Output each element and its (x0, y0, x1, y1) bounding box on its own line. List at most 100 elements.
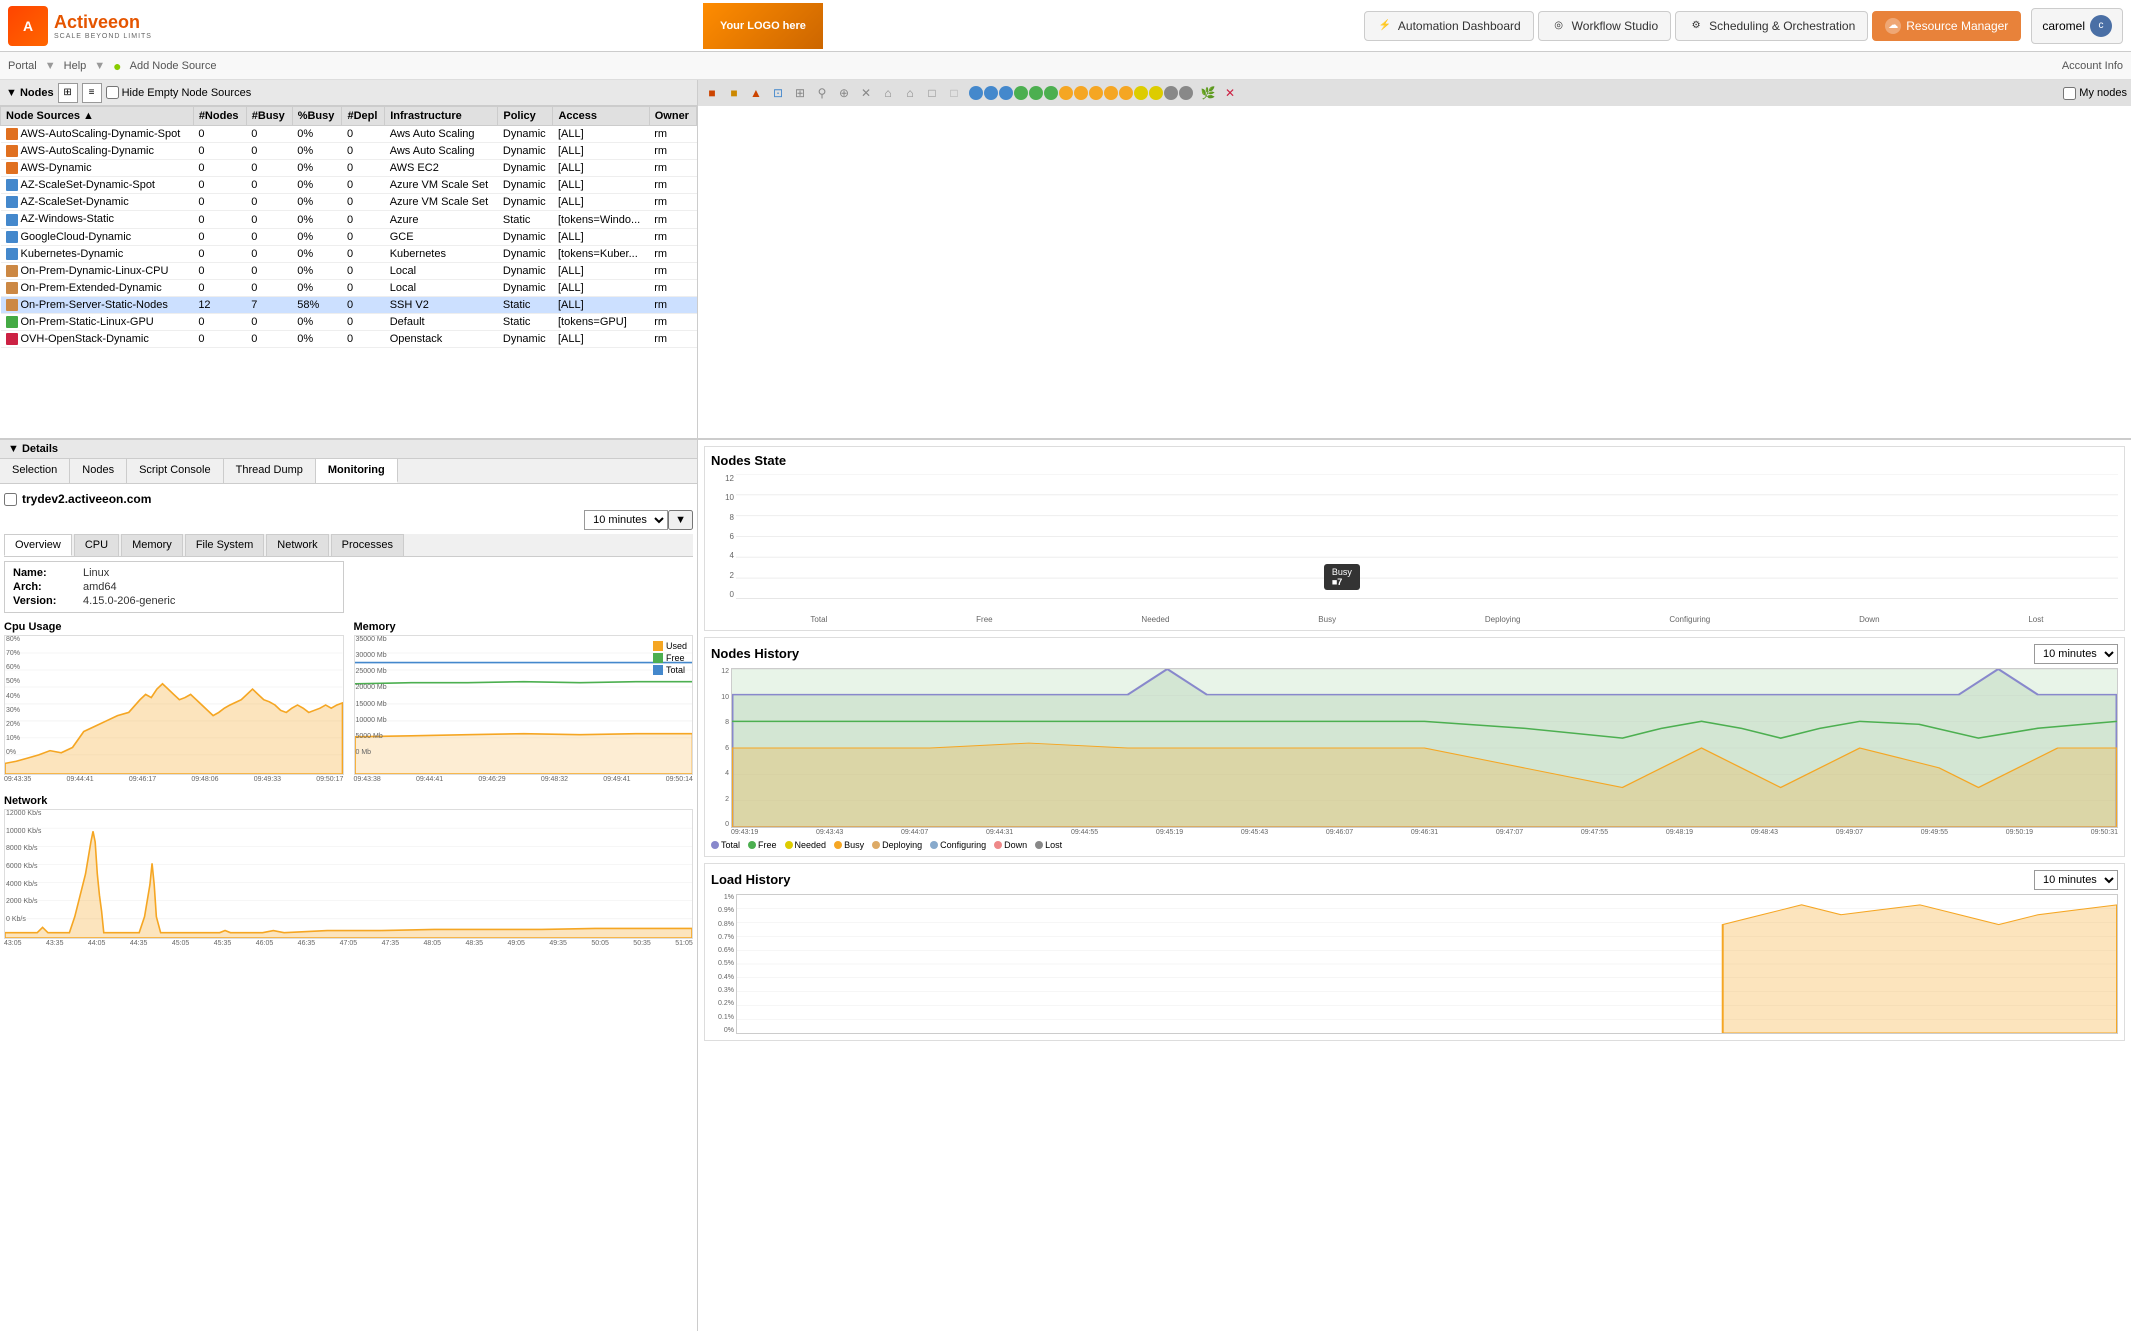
rtb-icon-7[interactable]: ⊕ (834, 83, 854, 103)
leg-busy: Busy (834, 840, 864, 850)
server-checkbox[interactable] (4, 493, 17, 506)
tab-script-console[interactable]: Script Console (127, 459, 224, 483)
cell-depl: 0 (342, 143, 385, 160)
mon-tab-overview[interactable]: Overview (4, 534, 72, 556)
cell-busy: 0 (246, 314, 292, 331)
account-info: Account Info (2062, 60, 2123, 72)
table-row[interactable]: OVH-OpenStack-Dynamic 0 0 0% 0 Openstack… (1, 331, 697, 348)
mem-chart: Used Free Total 35000 Mb30000 Mb25000 Mb… (354, 635, 694, 775)
mon-tab-memory[interactable]: Memory (121, 534, 183, 556)
table-row[interactable]: Kubernetes-Dynamic 0 0 0% 0 Kubernetes D… (1, 245, 697, 262)
col-policy: Policy (498, 107, 553, 126)
mon-tab-filesystem[interactable]: File System (185, 534, 264, 556)
cell-name: GoogleCloud-Dynamic (1, 228, 194, 245)
net-x-labels: 43:0543:3544:0544:3545:0545:3546:0546:35… (4, 940, 693, 947)
rtb-icon-11[interactable]: □ (922, 83, 942, 103)
rtb-icon-9[interactable]: ⌂ (878, 83, 898, 103)
cell-depl: 0 (342, 177, 385, 194)
cell-nodes: 0 (193, 262, 246, 279)
sys-info-box: Name: Linux Arch: amd64 Version: 4.15.0-… (4, 561, 344, 613)
nav-workflow[interactable]: ◎ Workflow Studio (1538, 11, 1671, 41)
load-history-title: Load History (711, 872, 790, 887)
cell-access: [ALL] (553, 143, 649, 160)
col-infra: Infrastructure (385, 107, 498, 126)
cell-owner: rm (649, 296, 696, 313)
user-button[interactable]: caromel c (2031, 8, 2123, 44)
rtb-icon-1[interactable]: ■ (702, 83, 722, 103)
history-legend: Total Free Needed Busy Deploying Configu… (711, 840, 2118, 850)
time-select-dropdown[interactable]: 10 minutes 30 minutes 1 hour 3 hours (584, 510, 668, 530)
details-toggle[interactable]: ▼ (8, 443, 22, 455)
nav-automation[interactable]: ⚡ Automation Dashboard (1364, 11, 1534, 41)
col-name: Node Sources ▲ (1, 107, 194, 126)
cell-pct: 0% (292, 331, 342, 348)
nodes-toggle[interactable]: ▼ Nodes (6, 87, 54, 99)
mem-x-labels: 09:43:3809:44:4109:46:2909:48:3209:49:41… (354, 776, 694, 783)
table-row[interactable]: AZ-ScaleSet-Dynamic 0 0 0% 0 Azure VM Sc… (1, 194, 697, 211)
col-nodes: #Nodes (193, 107, 246, 126)
toolbar-btn-2[interactable]: ≡ (82, 83, 102, 103)
cell-busy: 0 (246, 245, 292, 262)
cell-owner: rm (649, 211, 696, 228)
nodes-state-section: Nodes State 121086420 (704, 446, 2125, 631)
rtb-icon-2[interactable]: ■ (724, 83, 744, 103)
table-row[interactable]: On-Prem-Extended-Dynamic 0 0 0% 0 Local … (1, 279, 697, 296)
node-sources-table-container[interactable]: Node Sources ▲ #Nodes #Busy %Busy #Depl … (0, 106, 697, 438)
table-row[interactable]: AWS-Dynamic 0 0 0% 0 AWS EC2 Dynamic [AL… (1, 160, 697, 177)
state-y-axis: 121086420 (711, 474, 736, 599)
rtb-icon-x[interactable]: ✕ (1220, 83, 1240, 103)
circle-1 (969, 86, 983, 100)
tab-thread-dump[interactable]: Thread Dump (224, 459, 316, 483)
mon-tab-network[interactable]: Network (266, 534, 328, 556)
help-link[interactable]: Help (64, 60, 87, 72)
mon-tab-cpu[interactable]: CPU (74, 534, 119, 556)
table-row[interactable]: On-Prem-Static-Linux-GPU 0 0 0% 0 Defaul… (1, 314, 697, 331)
tab-nodes[interactable]: Nodes (70, 459, 127, 483)
cell-access: [ALL] (553, 126, 649, 143)
table-row[interactable]: On-Prem-Dynamic-Linux-CPU 0 0 0% 0 Local… (1, 262, 697, 279)
time-refresh-btn[interactable]: ▼ (668, 510, 693, 530)
table-row[interactable]: AZ-Windows-Static 0 0 0% 0 Azure Static … (1, 211, 697, 228)
add-node-source-link[interactable]: Add Node Source (130, 60, 217, 72)
load-time-select[interactable]: 10 minutes 30 minutes 1 hour (2034, 870, 2118, 890)
table-row[interactable]: On-Prem-Server-Static-Nodes 12 7 58% 0 S… (1, 296, 697, 313)
nav-scheduling[interactable]: ⚙ Scheduling & Orchestration (1675, 11, 1868, 41)
history-time-select[interactable]: 10 minutes 30 minutes 1 hour (2034, 644, 2118, 664)
cell-access: [ALL] (553, 194, 649, 211)
rtb-icon-12[interactable]: □ (944, 83, 964, 103)
cell-access: [tokens=Kuber... (553, 245, 649, 262)
rtb-icon-4[interactable]: ⊡ (768, 83, 788, 103)
cell-access: [ALL] (553, 331, 649, 348)
leg-deploying: Deploying (872, 840, 922, 850)
nav-resource[interactable]: ☁ Resource Manager (1872, 11, 2021, 41)
table-row[interactable]: AWS-AutoScaling-Dynamic 0 0 0% 0 Aws Aut… (1, 143, 697, 160)
charts-row-1: Cpu Usage (4, 621, 693, 783)
table-row[interactable]: GoogleCloud-Dynamic 0 0 0% 0 GCE Dynamic… (1, 228, 697, 245)
rtb-icon-8[interactable]: ✕ (856, 83, 876, 103)
tab-monitoring[interactable]: Monitoring (316, 459, 398, 483)
rtb-icon-5[interactable]: ⊞ (790, 83, 810, 103)
hide-empty-checkbox[interactable] (106, 86, 119, 99)
mon-tab-processes[interactable]: Processes (331, 534, 404, 556)
label-free: Free (976, 615, 992, 624)
table-row[interactable]: AZ-ScaleSet-Dynamic-Spot 0 0 0% 0 Azure … (1, 177, 697, 194)
cell-policy: Dynamic (498, 177, 553, 194)
net-chart-title: Network (4, 795, 693, 807)
rtb-icon-6[interactable]: ⚲ (812, 83, 832, 103)
portal-link[interactable]: Portal (8, 60, 37, 72)
toolbar-btn-1[interactable]: ⊞ (58, 83, 78, 103)
tab-selection[interactable]: Selection (0, 459, 70, 483)
rtb-icon-10[interactable]: ⌂ (900, 83, 920, 103)
load-chart-wrapper: 1%0.9%0.8%0.7%0.6%0.5%0.4%0.3%0.2%0.1%0% (711, 894, 2118, 1034)
rtb-icon-leaf[interactable]: 🌿 (1198, 83, 1218, 103)
main-container: ▼ Nodes ⊞ ≡ Hide Empty Node Sources Node… (0, 80, 2131, 1331)
cell-policy: Dynamic (498, 331, 553, 348)
rtb-icon-3[interactable]: ▲ (746, 83, 766, 103)
my-nodes-checkbox[interactable] (2063, 87, 2076, 100)
circle-7 (1059, 86, 1073, 100)
cell-nodes: 0 (193, 194, 246, 211)
net-y-axis: 12000 Kb/s10000 Kb/s8000 Kb/s6000 Kb/s40… (6, 810, 41, 923)
col-owner: Owner (649, 107, 696, 126)
table-row[interactable]: AWS-AutoScaling-Dynamic-Spot 0 0 0% 0 Aw… (1, 126, 697, 143)
mem-chart-title: Memory (354, 621, 694, 633)
